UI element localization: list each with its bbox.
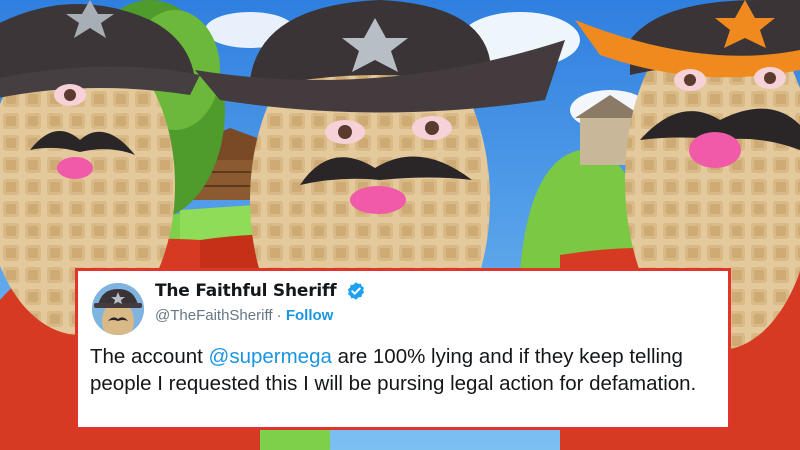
handle[interactable]: @TheFaithSheriff (155, 307, 273, 324)
separator: · (272, 307, 286, 324)
follow-button[interactable]: Follow (286, 307, 334, 324)
tweet-card: The Faithful Sheriff @TheFaithSheriff · … (75, 268, 731, 430)
tweet-text: The account @supermega are 100% lying an… (90, 343, 730, 397)
tweet-text-start: The account (90, 345, 209, 368)
avatar[interactable] (92, 283, 144, 335)
mention-link[interactable]: @supermega (209, 345, 332, 368)
handle-row: @TheFaithSheriff · Follow (155, 307, 333, 324)
verified-badge-icon (347, 282, 365, 300)
display-name[interactable]: The Faithful Sheriff (155, 281, 337, 301)
